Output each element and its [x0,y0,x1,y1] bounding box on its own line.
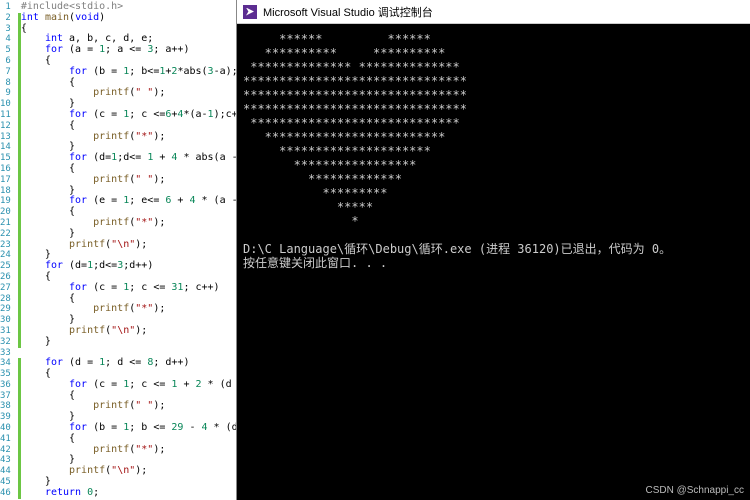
line-number-gutter: 1234567891011121314151617181920212223242… [0,0,17,499]
terminal-output[interactable]: ****** ****** ********** ********** ****… [237,24,750,500]
debug-console-window: Microsoft Visual Studio 调试控制台 ****** ***… [236,0,750,500]
code-content[interactable]: #include<stdio.h>int main(void){ int a, … [21,0,236,499]
console-titlebar[interactable]: Microsoft Visual Studio 调试控制台 [237,0,750,24]
code-editor[interactable]: 1234567891011121314151617181920212223242… [0,0,236,500]
visual-studio-icon [243,5,257,19]
watermark: CSDN @Schnappi_cc [645,485,744,496]
console-title: Microsoft Visual Studio 调试控制台 [263,4,433,20]
